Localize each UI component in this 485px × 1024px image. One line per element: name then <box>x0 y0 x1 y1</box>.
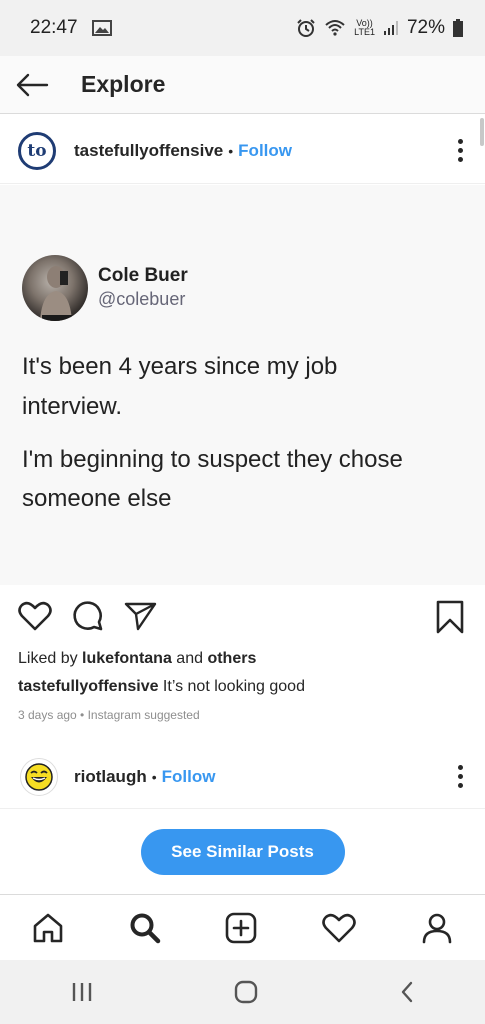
post-caption: tastefullyoffensive It’s not looking goo… <box>18 678 305 695</box>
tweet-author-handle: @colebuer <box>98 289 186 309</box>
comment-icon[interactable] <box>72 600 104 637</box>
follow-button[interactable]: Follow <box>162 767 216 787</box>
post-image[interactable]: Cole Buer @colebuer It's been 4 years si… <box>0 185 485 585</box>
search-icon[interactable] <box>129 912 161 944</box>
post-username[interactable]: tastefullyoffensive <box>74 141 223 161</box>
bottom-tab-bar <box>0 894 485 960</box>
more-options-icon[interactable] <box>458 139 463 162</box>
avatar[interactable]: to <box>18 131 56 170</box>
back-arrow-icon <box>16 73 49 96</box>
liked-by-text: Liked by lukefontana and others <box>18 650 257 667</box>
app-header: Explore <box>0 56 485 114</box>
liked-by-others-link[interactable]: others <box>207 650 256 667</box>
separator-dot: • <box>228 142 234 159</box>
system-nav-bar <box>0 960 485 1024</box>
page-title: Explore <box>81 71 166 97</box>
home-icon[interactable] <box>32 912 64 944</box>
home-nav-icon[interactable] <box>234 980 258 1004</box>
new-post-icon[interactable] <box>225 912 257 944</box>
back-nav-icon[interactable] <box>399 980 415 1004</box>
wifi-icon <box>324 19 346 37</box>
next-post-username[interactable]: riotlaugh <box>74 767 147 787</box>
battery-icon <box>453 19 463 37</box>
post-actions <box>0 598 485 642</box>
tweet-text-line: someone else <box>22 485 172 512</box>
more-options-icon[interactable] <box>458 765 463 788</box>
recent-apps-icon[interactable] <box>70 981 94 1003</box>
save-bookmark-icon[interactable] <box>435 600 465 639</box>
post-header: to tastefullyoffensive • Follow <box>0 118 485 184</box>
tweet-author-name: Cole Buer <box>98 265 188 286</box>
battery-percent: 72% <box>406 17 445 38</box>
profile-icon[interactable] <box>421 912 453 944</box>
avatar[interactable] <box>20 757 58 796</box>
tweet-text-line: interview. <box>22 393 123 420</box>
tweet-avatar <box>22 255 88 321</box>
share-icon[interactable] <box>124 600 158 637</box>
back-button[interactable] <box>0 73 64 97</box>
like-heart-icon[interactable] <box>18 600 52 637</box>
caption-username-link[interactable]: tastefullyoffensive <box>18 678 158 695</box>
gallery-notification-icon <box>91 20 112 36</box>
see-similar-posts-button[interactable]: See Similar Posts <box>140 829 345 875</box>
next-post-header: riotlaugh • Follow <box>0 745 485 809</box>
separator-dot: • <box>151 768 157 785</box>
status-bar: 22:47 Vo)) LTE1 72% <box>0 0 485 56</box>
signal-icon <box>383 20 399 36</box>
post-meta: 3 days ago • Instagram suggested <box>18 708 200 722</box>
see-similar-container: See Similar Posts <box>0 810 485 894</box>
tweet-text-line: I'm beginning to suspect they chose <box>22 446 403 473</box>
follow-button[interactable]: Follow <box>238 141 292 161</box>
liked-by-user-link[interactable]: lukefontana <box>82 650 172 667</box>
network-type: Vo)) LTE1 <box>354 18 375 37</box>
status-time: 22:47 <box>30 17 78 38</box>
activity-heart-icon[interactable] <box>322 912 356 944</box>
tweet-text-line: It's been 4 years since my job <box>22 353 338 380</box>
alarm-icon <box>296 18 316 38</box>
